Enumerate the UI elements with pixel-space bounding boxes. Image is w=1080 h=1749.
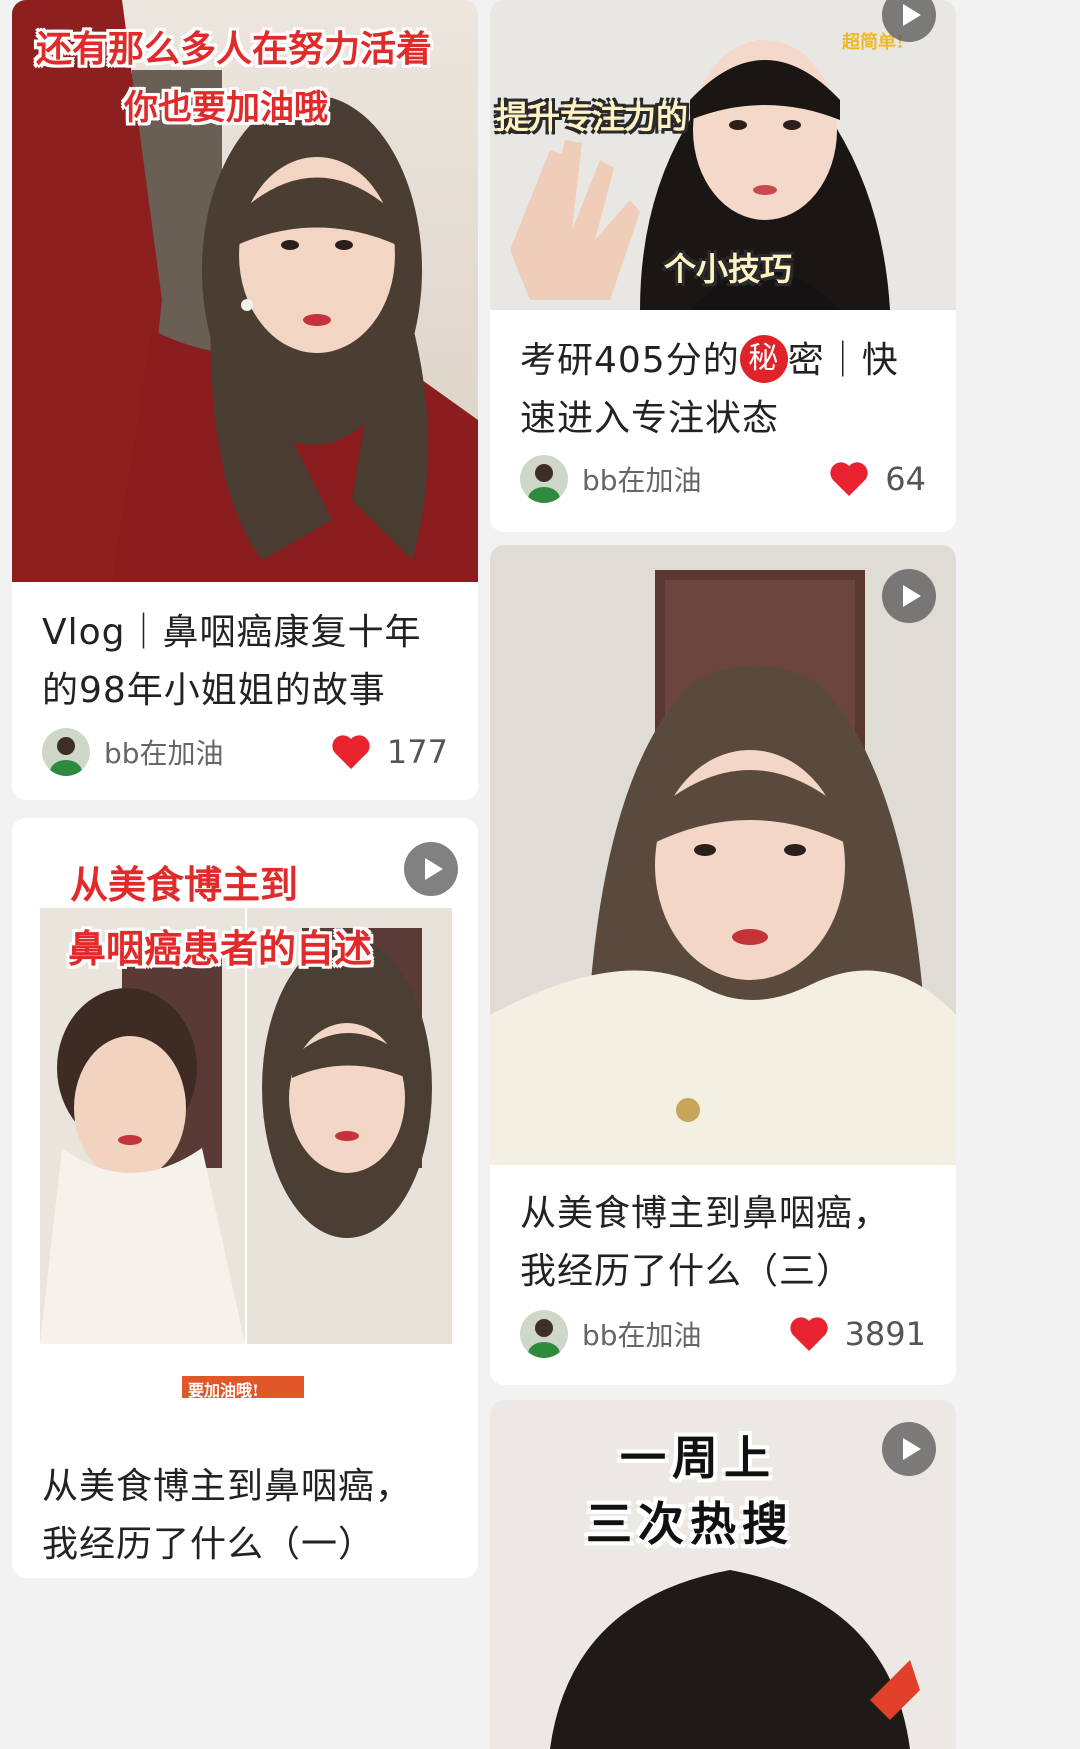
title-text-start: 考研405分的 <box>520 340 740 381</box>
video-thumbnail[interactable]: 一周上 三次热搜 <box>490 1400 956 1749</box>
secret-badge: 秘 <box>739 335 788 383</box>
play-icon[interactable] <box>404 842 458 896</box>
like-count: 177 <box>386 733 448 771</box>
author-name[interactable]: bb在加油 <box>104 732 331 772</box>
video-thumbnail[interactable]: 从美食博主到 鼻咽癌患者的自述 要加油哦! <box>12 818 478 1418</box>
card-title[interactable]: Vlog｜鼻咽癌康复十年的98年小姐姐的故事 <box>42 604 448 720</box>
card-title[interactable]: 从美食博主到鼻咽癌，我经历了什么（一） <box>42 1458 448 1574</box>
author-name[interactable]: bb在加油 <box>582 1314 789 1354</box>
video-thumbnail[interactable]: 还有那么多人在努力活着 你也要加油哦 <box>12 0 478 582</box>
caption-line-2: 三次热搜 <box>586 1497 794 1551</box>
card-title[interactable]: 从美食博主到鼻咽癌，我经历了什么（三） <box>520 1185 926 1301</box>
caption-line-1: 一周上 <box>620 1431 776 1485</box>
author-name[interactable]: bb在加油 <box>582 459 829 499</box>
caption-line-2: 你也要加油哦 <box>124 88 328 128</box>
author-avatar[interactable] <box>42 728 90 776</box>
caption-line-1: 还有那么多人在努力活着 <box>36 28 433 70</box>
video-thumbnail[interactable]: 提升专注力的 个小技巧 超简单! <box>490 0 956 310</box>
heart-icon <box>332 735 370 769</box>
feed-card[interactable]: 一周上 三次热搜 <box>490 1400 956 1749</box>
like-count: 3891 <box>844 1315 926 1353</box>
caption-line-2: 鼻咽癌患者的自述 <box>68 926 373 971</box>
card-meta: bb在加油 177 <box>42 726 448 778</box>
like-button[interactable]: 64 <box>829 460 926 498</box>
author-avatar[interactable] <box>520 1310 568 1358</box>
author-avatar[interactable] <box>520 455 568 503</box>
card-meta: bb在加油 64 <box>520 453 926 505</box>
like-count: 64 <box>885 460 926 498</box>
play-icon[interactable] <box>882 569 936 623</box>
heart-icon <box>789 1317 828 1351</box>
heart-icon <box>830 462 868 496</box>
like-button[interactable]: 3891 <box>789 1315 926 1353</box>
caption-line-1: 从美食博主到 <box>70 862 299 907</box>
feed-card[interactable]: 从美食博主到鼻咽癌，我经历了什么（三） bb在加油 3891 <box>490 545 956 1385</box>
card-meta: bb在加油 3891 <box>520 1308 926 1360</box>
feed-card[interactable]: 从美食博主到 鼻咽癌患者的自述 要加油哦! 从美食博主到鼻咽癌，我经历了什么（一… <box>12 818 478 1578</box>
feed-card[interactable]: 提升专注力的 个小技巧 超简单! 考研405分的秘密｜快速进入专注状态 bb在加… <box>490 0 956 532</box>
caption-line-2: 个小技巧 <box>664 250 793 288</box>
thumbnail-image <box>490 545 956 1165</box>
caption-line-3: 要加油哦! <box>188 1381 260 1400</box>
card-title[interactable]: 考研405分的秘密｜快速进入专注状态 <box>520 332 926 448</box>
feed-card[interactable]: 还有那么多人在努力活着 你也要加油哦 Vlog｜鼻咽癌康复十年的98年小姐姐的故… <box>12 0 478 800</box>
play-icon[interactable] <box>882 1422 936 1476</box>
like-button[interactable]: 177 <box>331 733 448 771</box>
video-thumbnail[interactable] <box>490 545 956 1165</box>
caption-line-1: 提升专注力的 <box>496 98 689 136</box>
